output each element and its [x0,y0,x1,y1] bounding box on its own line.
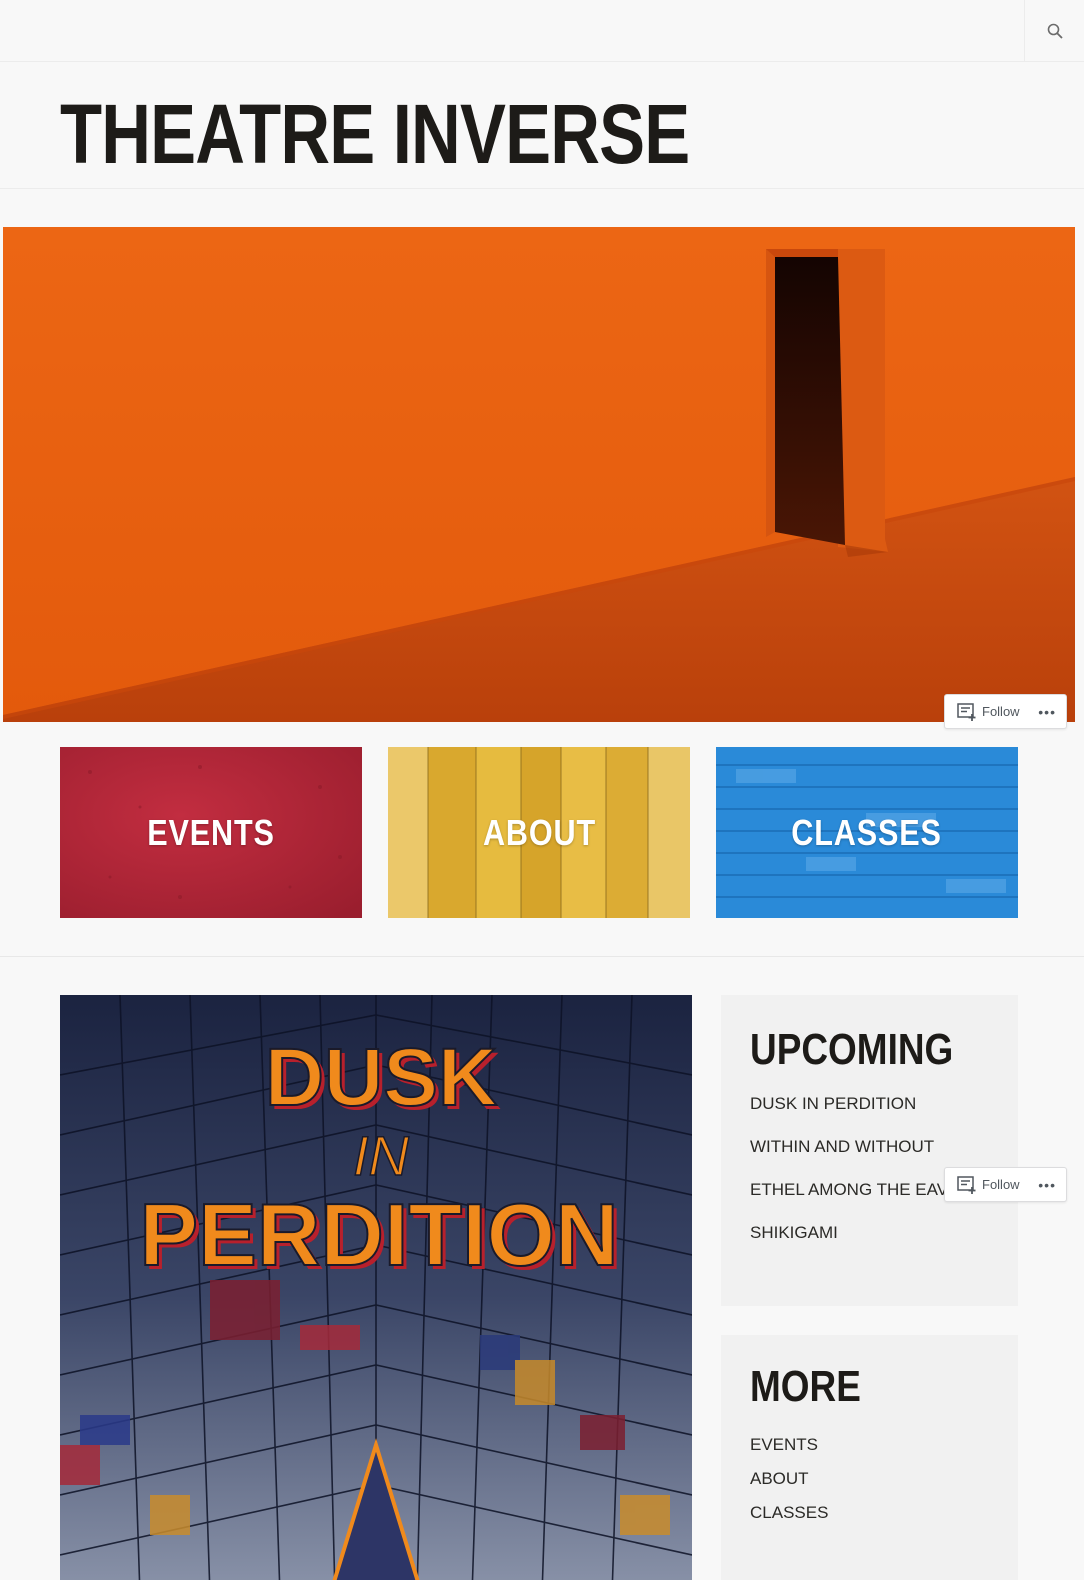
tile-about[interactable]: ABOUT [388,747,690,918]
upcoming-widget: UPCOMING DUSK IN PERDITION WITHIN AND WI… [721,995,1018,1306]
more-widget: MORE EVENTS ABOUT CLASSES [721,1335,1018,1580]
poster-title-line1: DUSK [265,1032,497,1123]
poster-title-line3: PERDITION [139,1185,618,1284]
more-link[interactable]: EVENTS [750,1435,1018,1455]
site-title[interactable]: THEATRE INVERSE [60,92,690,176]
tile-classes[interactable]: CLASSES [716,747,1018,918]
follow-button[interactable]: Follow ••• [944,1167,1067,1202]
poster-title-line2: IN [353,1124,410,1187]
tile-events[interactable]: EVENTS [60,747,362,918]
follow-label: Follow [982,704,1020,719]
header-divider [0,188,1084,189]
follow-label: Follow [982,1177,1020,1192]
featured-poster[interactable]: DUSK DUSK IN PERDITION PERDITION [60,995,692,1580]
upcoming-link[interactable]: DUSK IN PERDITION [750,1094,1018,1114]
reader-follow-icon [957,702,976,721]
follow-button[interactable]: Follow ••• [944,694,1067,729]
more-options-icon[interactable]: ••• [1038,704,1056,720]
more-options-icon[interactable]: ••• [1038,1177,1056,1193]
tile-label: CLASSES [791,811,943,853]
upcoming-link[interactable]: ETHEL AMONG THE EAVES [750,1180,946,1200]
more-link[interactable]: ABOUT [750,1469,1018,1489]
reader-follow-icon [957,1175,976,1194]
widget-title: MORE [750,1362,861,1411]
tile-label: ABOUT [482,811,596,853]
section-divider [0,956,1084,957]
search-button[interactable] [1024,0,1084,62]
search-icon[interactable] [1047,23,1063,39]
hero-image [3,227,1075,722]
widget-title: UPCOMING [750,1025,954,1074]
tile-label: EVENTS [147,811,275,853]
upcoming-link[interactable]: WITHIN AND WITHOUT [750,1137,1018,1157]
upcoming-link[interactable]: SHIKIGAMI [750,1223,1018,1243]
top-bar [0,0,1084,62]
more-link[interactable]: CLASSES [750,1503,1018,1523]
